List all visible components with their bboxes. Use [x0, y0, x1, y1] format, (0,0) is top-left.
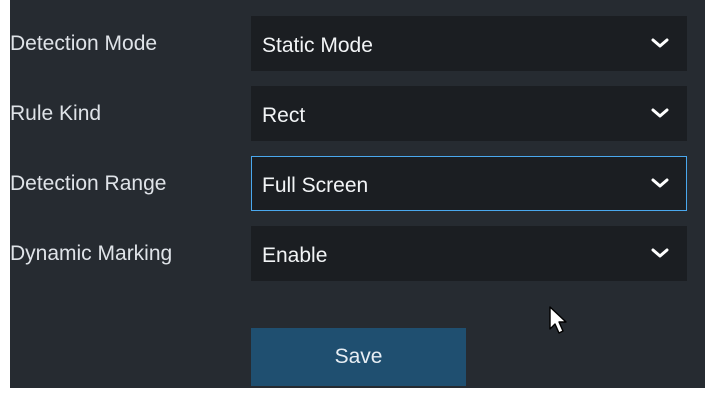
rule-kind-select[interactable]: Rect	[251, 86, 687, 141]
rule-kind-value: Rect	[262, 104, 306, 127]
chevron-down-icon	[651, 108, 669, 118]
dynamic-marking-row: Dynamic Marking Enable	[10, 226, 705, 283]
detection-range-row: Detection Range Full Screen	[10, 156, 705, 213]
detection-mode-row: Detection Mode Static Mode	[10, 16, 705, 73]
detection-range-label: Detection Range	[10, 172, 167, 195]
mouse-pointer-icon	[549, 306, 567, 334]
dynamic-marking-select[interactable]: Enable	[251, 226, 687, 281]
detection-mode-value: Static Mode	[262, 34, 373, 57]
detection-range-value: Full Screen	[262, 174, 369, 197]
rule-kind-row: Rule Kind Rect	[10, 86, 705, 143]
rule-kind-label: Rule Kind	[10, 102, 102, 125]
dynamic-marking-value: Enable	[262, 244, 328, 267]
detection-mode-label: Detection Mode	[10, 32, 158, 55]
dynamic-marking-label: Dynamic Marking	[10, 242, 173, 265]
chevron-down-icon	[651, 248, 669, 258]
detection-mode-select[interactable]: Static Mode	[251, 16, 687, 71]
chevron-down-icon	[651, 38, 669, 48]
detection-range-select[interactable]: Full Screen	[251, 156, 687, 211]
motion-detection-settings-panel: Detection Mode Static Mode Rule Kind Rec…	[10, 0, 705, 388]
chevron-down-icon	[651, 178, 669, 188]
save-button[interactable]: Save	[251, 328, 466, 386]
